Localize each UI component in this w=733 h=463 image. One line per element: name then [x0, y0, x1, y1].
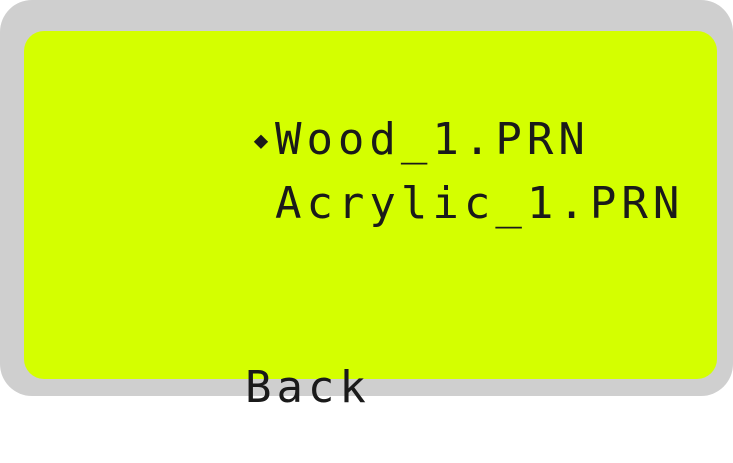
- lcd-bezel: ◆ Wood_1.PRN Acrylic_1.PRN Back: [0, 0, 733, 413]
- back-label: Back: [244, 362, 371, 413]
- back-menu-item[interactable]: Back: [56, 313, 371, 463]
- lcd-screen: ◆ Wood_1.PRN Acrylic_1.PRN Back: [24, 31, 717, 413]
- file-list-item-acrylic[interactable]: Acrylic_1.PRN: [58, 129, 684, 279]
- file-name-label: Acrylic_1.PRN: [274, 178, 685, 229]
